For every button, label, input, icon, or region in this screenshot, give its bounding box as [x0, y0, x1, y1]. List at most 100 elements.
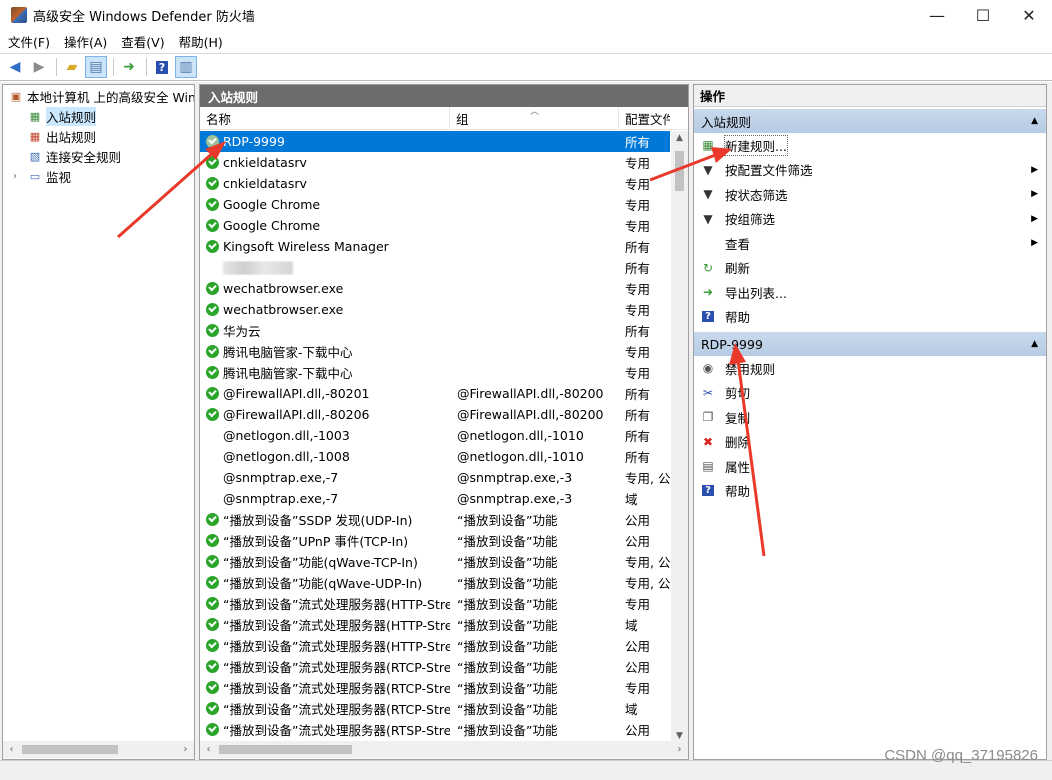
table-row[interactable]: “播放到设备”流式处理服务器(RTCP-Stre... “播放到设备”功能 公用 [200, 656, 670, 677]
column-header-profile[interactable]: 配置文件 [619, 107, 670, 130]
cell-name: @netlogon.dll,-1003 [200, 428, 450, 443]
table-row[interactable]: RDP-9999 所有 [200, 131, 670, 152]
actions-section-inbound-rules[interactable]: 入站规则 ▲ [694, 109, 1046, 133]
rule-name: “播放到设备”流式处理服务器(RTCP-Stre... [223, 681, 450, 696]
help-icon[interactable]: ? [151, 56, 173, 78]
close-button[interactable]: ✕ [1006, 0, 1052, 30]
table-row[interactable]: “播放到设备”功能(qWave-TCP-In) “播放到设备”功能 专用, 公 [200, 551, 670, 572]
table-row[interactable]: “播放到设备”流式处理服务器(RTCP-Stre... “播放到设备”功能 专用 [200, 677, 670, 698]
action-item[interactable]: ✖ 删除 [694, 430, 1046, 455]
action-item[interactable]: ➜ 导出列表... [694, 280, 1046, 305]
expand-chevron-icon[interactable]: › [13, 171, 25, 182]
action-item[interactable]: ✂ 剪切 [694, 381, 1046, 406]
table-row[interactable]: “播放到设备”流式处理服务器(HTTP-Stre... “播放到设备”功能 域 [200, 614, 670, 635]
enabled-check-icon [206, 702, 219, 715]
forward-arrow-icon[interactable]: ▶ [28, 56, 50, 78]
disabled-status-icon [206, 261, 219, 274]
rules-horizontal-scrollbar[interactable]: ‹ › [200, 741, 688, 758]
column-header-name[interactable]: 名称 [200, 106, 450, 130]
up-folder-icon[interactable]: ▰ [61, 56, 83, 78]
menu-action[interactable]: 操作(A) [58, 32, 113, 51]
table-row[interactable]: 腾讯电脑管家-下载中心 专用 [200, 341, 670, 362]
action-item[interactable]: 查看 ▶ [694, 231, 1046, 256]
table-row[interactable]: “播放到设备”功能(qWave-UDP-In) “播放到设备”功能 专用, 公 [200, 572, 670, 593]
action-item[interactable]: ◉ 禁用规则 [694, 356, 1046, 381]
action-item[interactable]: ▦ 新建规则... [694, 133, 1046, 158]
rule-name: Google Chrome [223, 218, 321, 233]
tree-root-local-computer[interactable]: ▣ 本地计算机 上的高级安全 Windows Defender 防火墙 [3, 86, 194, 106]
refresh-icon: ↻ [702, 260, 714, 275]
table-row[interactable]: “播放到设备”流式处理服务器(RTSP-Stre... “播放到设备”功能 公用 [200, 719, 670, 740]
tree-root-label: 本地计算机 上的高级安全 Windows Defender 防火墙 [27, 89, 194, 105]
table-row[interactable]: wechatbrowser.exe 专用 [200, 299, 670, 320]
table-row[interactable]: @netlogon.dll,-1008 @netlogon.dll,-1010 所有 [200, 446, 670, 467]
window-edge-scrollbar [1048, 82, 1052, 760]
scroll-up-icon[interactable]: ▲ [671, 133, 688, 143]
table-row[interactable]: “播放到设备”流式处理服务器(RTCP-Stre... “播放到设备”功能 域 [200, 698, 670, 719]
table-row[interactable]: Google Chrome 专用 [200, 194, 670, 215]
rule-name: cnkieldatasrv [223, 176, 307, 191]
show-hide-action-pane-icon[interactable]: ▥ [175, 56, 197, 78]
pane-title: 入站规则 [200, 85, 688, 107]
table-row[interactable]: @FirewallAPI.dll,-80201 @FirewallAPI.dll,… [200, 383, 670, 404]
table-row[interactable]: 腾讯电脑管家-下载中心 专用 [200, 362, 670, 383]
scroll-left-icon[interactable]: ‹ [3, 744, 20, 755]
cell-profile: 域 [625, 618, 638, 633]
redacted-name [223, 260, 293, 275]
table-row[interactable]: Google Chrome 专用 [200, 215, 670, 236]
action-item[interactable]: ? 帮助 [694, 479, 1046, 504]
cell-profile: 专用, 公 [625, 576, 670, 591]
back-arrow-icon[interactable]: ◀ [4, 56, 26, 78]
action-item[interactable]: ❐ 复制 [694, 405, 1046, 430]
table-row[interactable]: “播放到设备”UPnP 事件(TCP-In) “播放到设备”功能 公用 [200, 530, 670, 551]
menu-file[interactable]: 文件(F) [2, 32, 56, 51]
action-item[interactable]: ↻ 刷新 [694, 256, 1046, 281]
rules-vertical-scrollbar[interactable]: ▲ ▼ [671, 131, 688, 743]
action-item[interactable]: ▼ 按组筛选 ▶ [694, 207, 1046, 232]
table-row[interactable]: “播放到设备”流式处理服务器(HTTP-Stre... “播放到设备”功能 专用 [200, 593, 670, 614]
rule-name: “播放到设备”SSDP 发现(UDP-In) [223, 513, 413, 528]
collapse-caret-icon[interactable]: ▲ [1031, 339, 1038, 349]
scroll-right-icon[interactable]: › [671, 744, 688, 755]
disabled-status-icon [206, 429, 219, 442]
table-row[interactable]: cnkieldatasrv 专用 [200, 152, 670, 173]
cell-name: “播放到设备”SSDP 发现(UDP-In) [200, 510, 450, 529]
collapse-caret-icon[interactable]: ▲ [1031, 116, 1038, 126]
table-row[interactable]: cnkieldatasrv 专用 [200, 173, 670, 194]
rule-name: @netlogon.dll,-1008 [223, 449, 350, 464]
maximize-button[interactable]: ☐ [960, 0, 1006, 30]
table-row[interactable]: “播放到设备”流式处理服务器(HTTP-Stre... “播放到设备”功能 公用 [200, 635, 670, 656]
action-item[interactable]: ▼ 按状态筛选 ▶ [694, 182, 1046, 207]
minimize-button[interactable]: — [914, 0, 960, 30]
table-row[interactable]: @FirewallAPI.dll,-80206 @FirewallAPI.dll,… [200, 404, 670, 425]
show-hide-tree-icon[interactable]: ▤ [85, 56, 107, 78]
action-item[interactable]: ▼ 按配置文件筛选 ▶ [694, 158, 1046, 183]
inbound-actions-list: ▦ 新建规则... ▼ 按配置文件筛选 ▶ ▼ 按状态筛选 ▶ ▼ 按组筛选 ▶ 查看 ▶ ↻ 刷新 ➜ 导出列… [694, 133, 1046, 329]
table-row[interactable]: @snmptrap.exe,-7 @snmptrap.exe,-3 专用, 公 [200, 467, 670, 488]
table-row[interactable]: wechatbrowser.exe 专用 [200, 278, 670, 299]
table-row[interactable]: “播放到设备”SSDP 发现(UDP-In) “播放到设备”功能 公用 [200, 509, 670, 530]
scroll-left-icon[interactable]: ‹ [200, 744, 217, 755]
tree-item-outbound-rules[interactable]: ▦ 出站规则 [3, 126, 194, 146]
table-row[interactable]: @netlogon.dll,-1003 @netlogon.dll,-1010 所有 [200, 425, 670, 446]
scroll-right-icon[interactable]: › [177, 744, 194, 755]
enabled-check-icon [206, 387, 219, 400]
table-row[interactable]: Kingsoft Wireless Manager 所有 [200, 236, 670, 257]
cell-group: @FirewallAPI.dll,-80200 [457, 386, 604, 401]
tree-item-connection-security-rules[interactable]: ▧ 连接安全规则 [3, 146, 194, 166]
actions-section-selected-rule[interactable]: RDP-9999 ▲ [694, 332, 1046, 356]
tree-horizontal-scrollbar[interactable]: ‹ › [3, 741, 194, 758]
cell-group: “播放到设备”功能 [457, 702, 558, 717]
export-list-icon[interactable]: ➜ [118, 56, 140, 78]
action-item[interactable]: ? 帮助 [694, 305, 1046, 330]
table-row[interactable]: 所有 [200, 257, 670, 278]
table-row[interactable]: 华为云 所有 [200, 320, 670, 341]
table-row[interactable]: @snmptrap.exe,-7 @snmptrap.exe,-3 域 [200, 488, 670, 509]
action-item[interactable]: ▤ 属性 [694, 454, 1046, 479]
tree-item-inbound-rules[interactable]: ▦ 入站规则 [3, 106, 194, 126]
menu-help[interactable]: 帮助(H) [173, 32, 229, 51]
menu-view[interactable]: 查看(V) [115, 32, 170, 51]
scroll-down-icon[interactable]: ▼ [671, 731, 688, 741]
tree-item-monitoring[interactable]: › ▭ 监视 [3, 166, 194, 186]
cell-name: 腾讯电脑管家-下载中心 [200, 342, 450, 361]
